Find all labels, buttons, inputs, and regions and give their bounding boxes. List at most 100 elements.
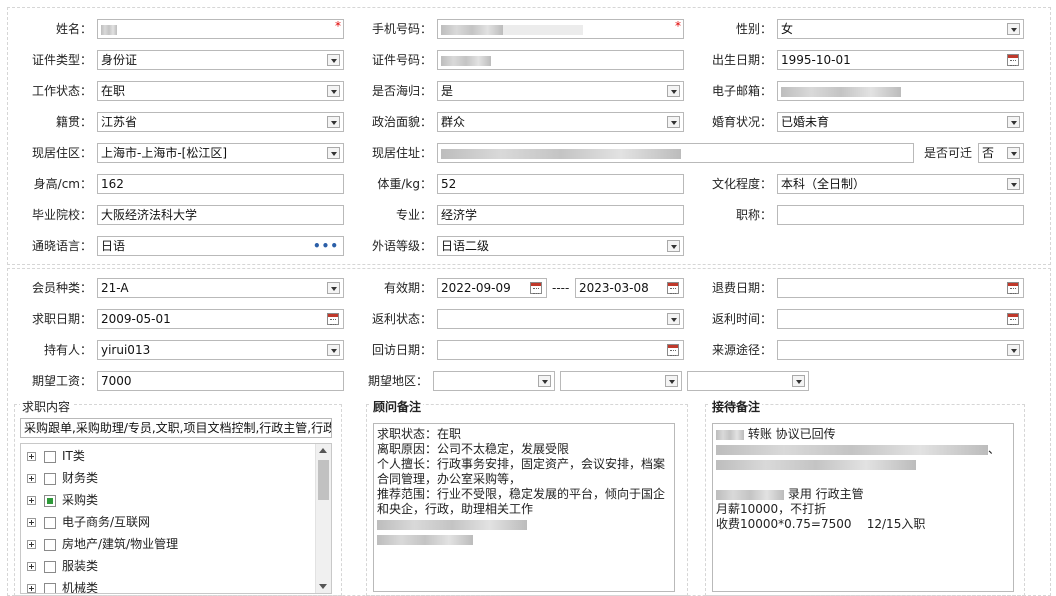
checkbox[interactable] (44, 560, 56, 573)
chevron-down-icon[interactable] (792, 375, 805, 387)
education-select[interactable]: 本科（全日制） (777, 174, 1024, 194)
work-status-select[interactable]: 在职 (97, 81, 344, 101)
birth-date-field[interactable]: 1995-10-01 (777, 50, 1024, 70)
chevron-down-icon[interactable] (1007, 178, 1020, 190)
more-options-icon[interactable]: ••• (313, 237, 339, 255)
refund-date-field[interactable] (777, 278, 1024, 298)
work-status-label: 工作状态： (31, 84, 92, 98)
chevron-down-icon[interactable] (667, 240, 680, 252)
tree-item-realestate[interactable]: 房地产/建筑/物业管理 (27, 535, 178, 553)
lang-level-select[interactable]: 日语二级 (437, 236, 684, 256)
plus-box-icon[interactable] (27, 518, 36, 527)
tree-item-apparel[interactable]: 服装类 (27, 557, 98, 575)
calendar-icon[interactable] (667, 344, 679, 356)
valid-from-field[interactable]: 2022-09-09 (437, 278, 547, 298)
checkbox[interactable] (44, 516, 56, 529)
calendar-icon[interactable] (1007, 282, 1019, 294)
area-select[interactable]: 上海市-上海市-[松江区] (97, 143, 344, 163)
plus-box-icon[interactable] (27, 474, 36, 483)
chevron-down-icon[interactable] (327, 54, 340, 66)
calendar-icon[interactable] (530, 282, 542, 294)
rebate-status-select[interactable] (437, 309, 684, 329)
language-field[interactable]: 日语 ••• (97, 236, 344, 256)
holder-label: 持有人： (43, 343, 92, 357)
calendar-icon[interactable] (327, 313, 339, 325)
scroll-down-icon[interactable] (319, 584, 327, 589)
name-field[interactable]: * (97, 19, 344, 39)
returnee-select[interactable]: 是 (437, 81, 684, 101)
school-field[interactable]: 大阪经济法科大学 (97, 205, 344, 225)
chevron-down-icon[interactable] (667, 116, 680, 128)
calendar-icon[interactable] (1007, 313, 1019, 325)
chevron-down-icon[interactable] (665, 375, 678, 387)
chevron-down-icon[interactable] (1007, 23, 1020, 35)
tree-scrollbar[interactable] (315, 444, 331, 593)
chevron-down-icon[interactable] (327, 344, 340, 356)
plus-box-icon[interactable] (27, 540, 36, 549)
chevron-down-icon[interactable] (667, 313, 680, 325)
consultant-remarks-textarea[interactable]: 求职状态：在职 离职原因：公司不太稳定，发展受限 个人擅长：行政事务安排，固定资… (373, 423, 675, 592)
chevron-down-icon[interactable] (538, 375, 551, 387)
title-field[interactable] (777, 205, 1024, 225)
chevron-down-icon[interactable] (1007, 116, 1020, 128)
chevron-down-icon[interactable] (327, 85, 340, 97)
relocate-select[interactable]: 否 (978, 143, 1024, 163)
email-field[interactable] (777, 81, 1024, 101)
address-field[interactable] (437, 143, 914, 163)
reception-remarks-textarea[interactable]: 转账 协议已回传 、 录用 行政主管 月薪10000，不打折 收费10000*0… (712, 423, 1014, 592)
region-province-select[interactable] (433, 371, 555, 391)
checkbox[interactable] (44, 538, 56, 551)
chevron-down-icon[interactable] (327, 116, 340, 128)
political-select[interactable]: 群众 (437, 112, 684, 132)
member-type-select[interactable]: 21-A (97, 278, 344, 298)
weight-field[interactable]: 52 (437, 174, 684, 194)
height-field[interactable]: 162 (97, 174, 344, 194)
tree-item-finance[interactable]: 财务类 (27, 469, 98, 487)
apply-date-value: 2009-05-01 (101, 312, 171, 326)
checkbox[interactable] (44, 582, 56, 593)
plus-box-icon[interactable] (27, 584, 36, 593)
marital-select[interactable]: 已婚未育 (777, 112, 1024, 132)
source-select[interactable] (777, 340, 1024, 360)
phone-field[interactable]: * (437, 19, 684, 39)
valid-label: 有效期： (383, 281, 432, 295)
gender-select[interactable]: 女 (777, 19, 1024, 39)
chevron-down-icon[interactable] (327, 282, 340, 294)
scroll-up-icon[interactable] (319, 448, 327, 453)
salary-field[interactable]: 7000 (97, 371, 344, 391)
checkbox[interactable] (44, 472, 56, 485)
visit-date-field[interactable] (437, 340, 684, 360)
school-label: 毕业院校： (31, 208, 92, 222)
region-city-select[interactable] (560, 371, 682, 391)
chevron-down-icon[interactable] (327, 147, 340, 159)
tree-item-ecommerce[interactable]: 电子商务/互联网 (27, 513, 150, 531)
id-no-field[interactable] (437, 50, 684, 70)
native-select[interactable]: 江苏省 (97, 112, 344, 132)
tree-item-it[interactable]: IT类 (27, 447, 85, 465)
major-field[interactable]: 经济学 (437, 205, 684, 225)
plus-box-icon[interactable] (27, 496, 36, 505)
calendar-icon[interactable] (667, 282, 679, 294)
holder-select[interactable]: yirui013 (97, 340, 344, 360)
chevron-down-icon[interactable] (667, 85, 680, 97)
id-no-label: 证件号码： (371, 53, 432, 67)
job-content-summary[interactable]: 采购跟单,采购助理/专员,文职,项目文档控制,行政主管,行政 (20, 418, 332, 438)
calendar-icon[interactable] (1007, 54, 1019, 66)
basic-info-section (7, 7, 1051, 265)
tree-item-label: IT类 (62, 449, 85, 463)
checkbox[interactable] (44, 450, 56, 463)
tree-item-purchasing[interactable]: 采购类 (27, 491, 98, 509)
chevron-down-icon[interactable] (1007, 344, 1020, 356)
plus-box-icon[interactable] (27, 452, 36, 461)
tree-item-machinery[interactable]: 机械类 (27, 579, 98, 593)
valid-to-field[interactable]: 2023-03-08 (575, 278, 684, 298)
chevron-down-icon[interactable] (1007, 147, 1020, 159)
apply-date-field[interactable]: 2009-05-01 (97, 309, 344, 329)
checkbox-partial[interactable] (44, 494, 56, 507)
scroll-thumb[interactable] (318, 460, 329, 500)
plus-box-icon[interactable] (27, 562, 36, 571)
id-type-select[interactable]: 身份证 (97, 50, 344, 70)
region-district-select[interactable] (687, 371, 809, 391)
tree-item-label: 财务类 (62, 471, 99, 485)
rebate-time-field[interactable] (777, 309, 1024, 329)
